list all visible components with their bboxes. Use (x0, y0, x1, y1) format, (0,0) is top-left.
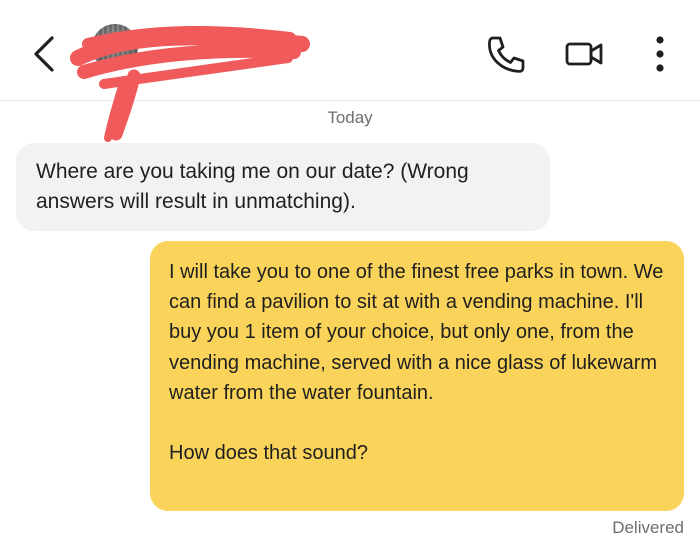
chevron-left-icon (34, 36, 54, 72)
call-button[interactable] (480, 30, 528, 78)
phone-icon (488, 36, 525, 73)
more-vertical-icon (656, 36, 664, 72)
video-camera-icon (565, 42, 603, 66)
delivery-status: Delivered (612, 518, 684, 537)
chat-header (0, 0, 700, 101)
video-call-button[interactable] (560, 30, 608, 78)
more-options-button[interactable] (636, 30, 684, 78)
avatar[interactable] (92, 24, 138, 70)
back-button[interactable] (26, 30, 66, 78)
date-separator: Today (327, 108, 373, 127)
avatar-image (92, 24, 138, 70)
outgoing-message-bubble[interactable]: I will take you to one of the finest fre… (150, 241, 684, 511)
incoming-message-bubble[interactable]: Where are you taking me on our date? (Wr… (16, 143, 550, 231)
